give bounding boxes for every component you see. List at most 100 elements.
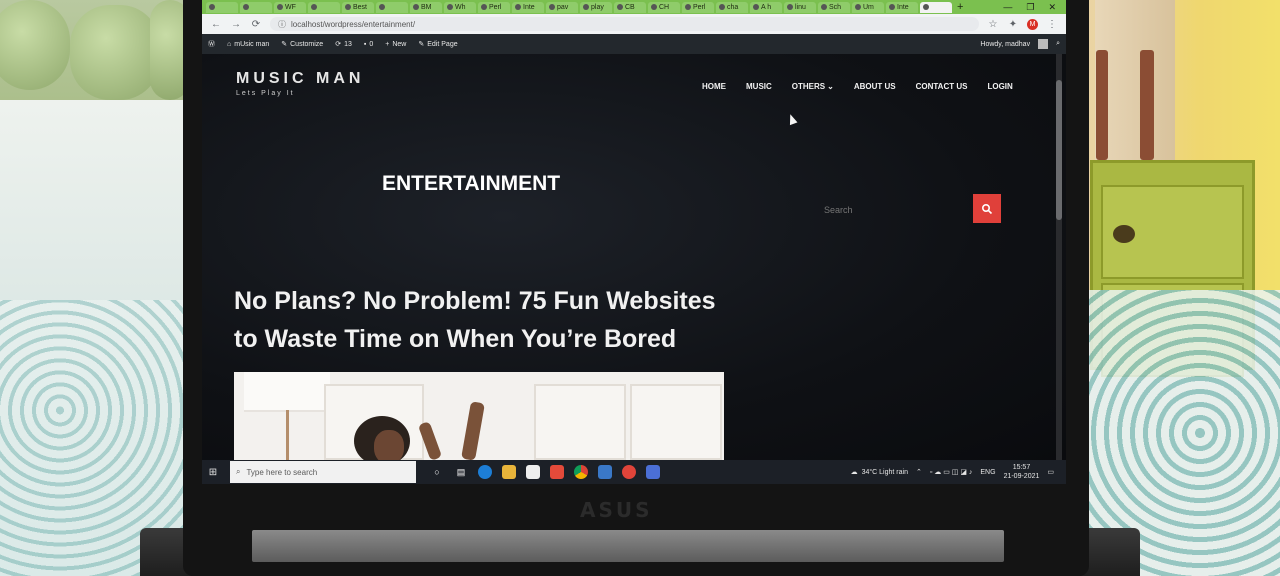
site-branding[interactable]: MUSIC MAN Lets Play It: [236, 70, 364, 97]
howdy-user[interactable]: Howdy, madhav: [980, 41, 1030, 48]
tray-app-icons[interactable]: ▫ ☁ ▭ ◫ ◪ ♪: [930, 468, 973, 476]
browser-tab[interactable]: Inte: [512, 1, 544, 13]
browser-tab[interactable]: linu: [784, 1, 816, 13]
plus-icon: +: [385, 40, 390, 48]
windows-start-icon[interactable]: ⊞: [206, 467, 220, 478]
browser-tab-active[interactable]: [920, 1, 952, 13]
taskbar-search[interactable]: ⌕ Type here to search: [230, 461, 416, 483]
customize-label: Customize: [290, 40, 324, 48]
tab-label: A h: [761, 3, 772, 11]
search-button[interactable]: [973, 194, 1001, 223]
profile-avatar[interactable]: M: [1027, 18, 1038, 30]
info-icon[interactable]: ⓘ: [278, 19, 286, 30]
tab-favicon-icon: [685, 4, 691, 10]
menu-item-music[interactable]: MUSIC: [746, 82, 772, 91]
reload-icon[interactable]: ⟳: [250, 19, 262, 30]
file-explorer-icon[interactable]: [502, 465, 516, 479]
browser-tab[interactable]: Best: [342, 1, 374, 13]
browser-tab[interactable]: Perl: [478, 1, 510, 13]
weather-widget[interactable]: ☁ 34°C Light rain: [850, 468, 908, 477]
search-icon[interactable]: ⌕: [1056, 40, 1060, 48]
browser-tab[interactable]: Inte: [886, 1, 918, 13]
taskbar-clock[interactable]: 15:57 21-09-2021: [1004, 463, 1040, 481]
browser-tab[interactable]: CH: [648, 1, 680, 13]
browser-tab[interactable]: A h: [750, 1, 782, 13]
admin-site-name[interactable]: ⌂ mUsic man: [227, 41, 269, 48]
browser-tab[interactable]: CB: [614, 1, 646, 13]
address-bar[interactable]: ⓘ localhost/wordpress/entertainment/: [270, 17, 979, 31]
chevron-up-icon[interactable]: ⌃: [916, 468, 922, 476]
post-title-link[interactable]: No Plans? No Problem! 75 Fun Websites to…: [234, 282, 734, 358]
admin-customize[interactable]: ✎ Customize: [281, 40, 324, 49]
browser-tab[interactable]: [240, 1, 272, 13]
admin-new[interactable]: + New: [385, 41, 406, 48]
menu-label: HOME: [702, 82, 726, 91]
updates-icon: ⟳: [335, 41, 342, 48]
browser-tab[interactable]: Perl: [682, 1, 714, 13]
browser-tab[interactable]: [308, 1, 340, 13]
menu-item-login[interactable]: LOGIN: [987, 82, 1012, 91]
site-name-label: mUsic man: [234, 40, 270, 48]
page-scrollbar[interactable]: [1056, 54, 1062, 460]
menu-item-home[interactable]: HOME: [702, 82, 726, 91]
admin-edit-page[interactable]: ✎ Edit Page: [418, 40, 457, 49]
user-avatar[interactable]: [1038, 39, 1049, 49]
admin-comments[interactable]: ▪ 0: [364, 41, 373, 48]
wall-panel: [534, 384, 626, 460]
back-arrow-icon[interactable]: ←: [210, 19, 222, 30]
tab-label: Um: [863, 3, 874, 11]
menu-item-others[interactable]: OTHERS ⌄: [792, 82, 834, 91]
cortana-icon[interactable]: ○: [430, 465, 444, 479]
browser-tab[interactable]: cha: [716, 1, 748, 13]
menu-item-about-us[interactable]: ABOUT US: [854, 82, 896, 91]
tab-label: Wh: [455, 3, 466, 11]
bookmark-star-icon[interactable]: ☆: [987, 19, 999, 30]
language-indicator[interactable]: ENG: [980, 469, 995, 476]
browser-tab[interactable]: Wh: [444, 1, 476, 13]
mail-icon[interactable]: [598, 465, 612, 479]
menu-item-contact-us[interactable]: CONTACT US: [916, 82, 968, 91]
forward-arrow-icon[interactable]: →: [230, 19, 242, 30]
notification-center-icon[interactable]: ▭: [1047, 468, 1054, 476]
browser-tab[interactable]: [206, 1, 238, 13]
maximize-button[interactable]: ❐: [1026, 2, 1034, 13]
site-title[interactable]: MUSIC MAN: [236, 70, 364, 88]
person-face: [374, 430, 404, 460]
browser-tab[interactable]: [376, 1, 408, 13]
edge-browser-icon[interactable]: [478, 465, 492, 479]
cloud-rain-icon: ☁: [850, 469, 858, 476]
tab-label: Best: [353, 3, 368, 11]
browser-menu-icon[interactable]: ⋮: [1046, 19, 1058, 30]
browser-tab[interactable]: play: [580, 1, 612, 13]
tab-favicon-icon: [719, 4, 725, 10]
office-icon[interactable]: [550, 465, 564, 479]
post-featured-image[interactable]: [234, 372, 724, 460]
pillow: [0, 0, 70, 90]
search-icon: [981, 203, 993, 214]
browser-tab[interactable]: WF: [274, 1, 306, 13]
system-tray: ☁ 34°C Light rain ⌃ ▫ ☁ ▭ ◫ ◪ ♪ ENG 15:5…: [851, 463, 1066, 481]
browser-tab[interactable]: Um: [852, 1, 884, 13]
chrome-icon[interactable]: [574, 465, 588, 479]
browser-tab[interactable]: BM: [410, 1, 442, 13]
new-tab-button[interactable]: +: [954, 1, 970, 13]
scrollbar-thumb[interactable]: [1056, 80, 1062, 220]
menu-label: OTHERS: [791, 82, 826, 91]
task-view-icon[interactable]: ▤: [454, 465, 468, 479]
minimize-button[interactable]: —: [1003, 2, 1012, 13]
menu-label: LOGIN: [987, 82, 1013, 91]
teams-icon[interactable]: [646, 465, 660, 479]
wordpress-logo-icon[interactable]: Ⓦ: [208, 39, 215, 49]
browser-tab[interactable]: Sch: [818, 1, 850, 13]
extensions-puzzle-icon[interactable]: ✦: [1007, 19, 1019, 30]
search-input[interactable]: [818, 194, 980, 226]
browser-tab[interactable]: pav: [546, 1, 578, 13]
store-icon[interactable]: [526, 465, 540, 479]
close-button[interactable]: ✕: [1048, 2, 1056, 13]
opera-icon[interactable]: [622, 465, 636, 479]
browser-toolbar: ← → ⟳ ⓘ localhost/wordpress/entertainmen…: [202, 14, 1066, 34]
main-menu: HOME MUSIC OTHERS ⌄ ABOUT US CONTACT US L…: [702, 82, 1013, 91]
tab-favicon-icon: [923, 4, 929, 10]
admin-updates[interactable]: ⟳ 13: [335, 40, 352, 49]
site-tagline: Lets Play It: [236, 90, 295, 97]
